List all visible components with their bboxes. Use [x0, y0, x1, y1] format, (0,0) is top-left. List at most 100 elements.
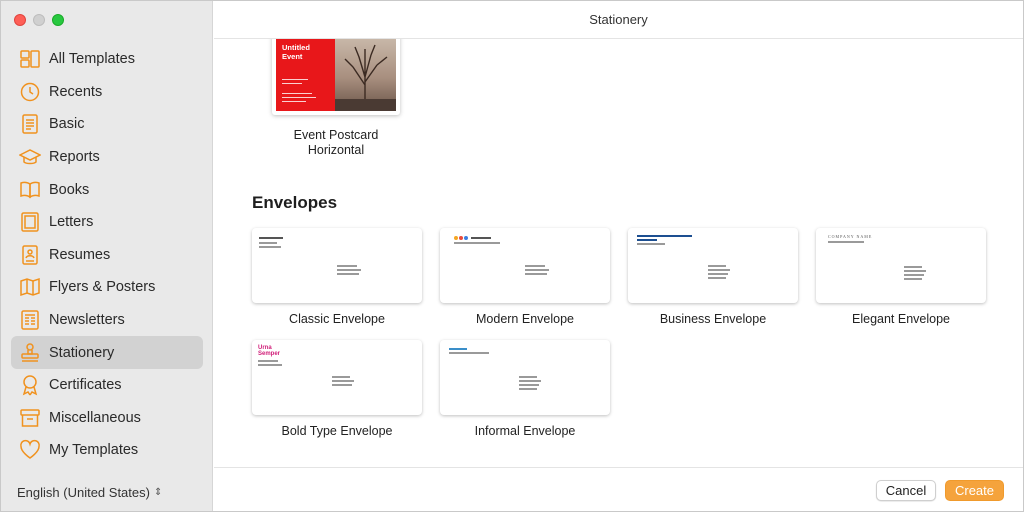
postcard-text-line [282, 83, 302, 85]
template-elegant-envelope[interactable]: COMPANY NAME Elegant Envelope [816, 228, 986, 326]
envelope-thumbnail [628, 228, 798, 303]
template-bold-type-envelope[interactable]: Urna Semper Bold Type Envelope [252, 340, 422, 438]
sidebar-item-label: All Templates [49, 51, 135, 68]
resume-icon [19, 244, 41, 266]
envelope-thumbnail: COMPANY NAME [816, 228, 986, 303]
sidebar-item-books[interactable]: Books [11, 173, 203, 206]
recipient-line [525, 269, 549, 271]
template-chooser-window: All Templates Recents Basic Reports Book… [0, 0, 1024, 512]
recipient-line [525, 273, 547, 275]
sender-line [259, 246, 281, 248]
titlebar: Stationery [214, 1, 1023, 39]
create-button[interactable]: Create [945, 480, 1004, 501]
envelope-thumbnail [252, 228, 422, 303]
sender-line [471, 237, 491, 239]
sidebar-item-my-templates[interactable]: My Templates [11, 434, 203, 467]
postcard-title-line1: Untitled [282, 43, 310, 52]
envelope-thumbnail: Urna Semper [252, 340, 422, 415]
envelope-thumbnail [440, 340, 610, 415]
sidebar-item-letters[interactable]: Letters [11, 206, 203, 239]
sidebar-item-newsletters[interactable]: Newsletters [11, 304, 203, 337]
heart-icon [19, 439, 41, 461]
sender-line [449, 348, 467, 350]
template-classic-envelope[interactable]: Classic Envelope [252, 228, 422, 326]
recipient-line [332, 380, 354, 382]
sidebar-item-certificates[interactable]: Certificates [11, 369, 203, 402]
sidebar-item-label: Newsletters [49, 312, 125, 329]
minimize-window-button[interactable] [33, 14, 45, 26]
section-title: Envelopes [252, 193, 338, 212]
postcard-text-line [282, 93, 312, 95]
recipient-line [337, 265, 357, 267]
box-icon [19, 407, 41, 429]
sidebar-item-label: My Templates [49, 442, 139, 459]
template-label-line2: Horizontal [307, 143, 365, 157]
window-controls [14, 14, 64, 26]
recipient-line [904, 274, 924, 276]
recipient-line [904, 270, 926, 272]
sidebar-item-label: Recents [49, 83, 103, 100]
sidebar-item-resumes[interactable]: Resumes [11, 239, 203, 272]
template-label: Bold Type Envelope [281, 424, 393, 438]
sidebar-item-basic[interactable]: Basic [11, 108, 203, 141]
sender-line [259, 242, 277, 244]
template-label: Elegant Envelope [852, 312, 950, 326]
window-title: Stationery [589, 12, 648, 27]
main-panel: Stationery Untitled Event Event Postcard… [214, 1, 1023, 511]
logo-dot [464, 236, 468, 240]
letter-icon [19, 211, 41, 233]
postcard-title-line2: Event [282, 52, 303, 61]
template-business-envelope[interactable]: Business Envelope [628, 228, 798, 326]
all-templates-icon [19, 48, 41, 70]
map-icon [19, 276, 41, 298]
maximize-window-button[interactable] [52, 14, 64, 26]
template-gallery[interactable]: Untitled Event Event Postcard Horizontal… [214, 39, 1023, 467]
recipient-line [519, 376, 537, 378]
recipient-line [904, 266, 922, 268]
category-list: All Templates Recents Basic Reports Book… [11, 43, 203, 467]
sender-line [258, 360, 278, 362]
sidebar-item-all-templates[interactable]: All Templates [11, 43, 203, 76]
recipient-line [337, 269, 361, 271]
graduation-cap-icon [19, 146, 41, 168]
stamp-icon [19, 342, 41, 364]
close-window-button[interactable] [14, 14, 26, 26]
ribbon-icon [19, 374, 41, 396]
postcard-title: Untitled Event [282, 43, 310, 61]
recipient-line [708, 277, 726, 279]
sender-line [449, 352, 489, 354]
sidebar-item-label: Certificates [49, 377, 122, 394]
sidebar-item-stationery[interactable]: Stationery [11, 336, 203, 369]
template-informal-envelope[interactable]: Informal Envelope [440, 340, 610, 438]
recipient-line [332, 376, 350, 378]
recipient-line [519, 388, 537, 390]
book-icon [19, 179, 41, 201]
template-label: Business Envelope [659, 312, 767, 326]
recipient-line [904, 278, 922, 280]
template-modern-envelope[interactable]: Modern Envelope [440, 228, 610, 326]
recipient-line [708, 265, 726, 267]
sidebar-item-reports[interactable]: Reports [11, 141, 203, 174]
recipient-line [708, 269, 730, 271]
template-event-postcard-horizontal[interactable]: Untitled Event [272, 39, 400, 115]
sidebar-item-label: Letters [49, 214, 94, 231]
sidebar-item-label: Stationery [49, 344, 115, 361]
sender-line [637, 239, 657, 241]
bold-sender-name: Urna Semper [258, 345, 280, 357]
sidebar-item-miscellaneous[interactable]: Miscellaneous [11, 402, 203, 435]
logo-dot [459, 236, 463, 240]
sender-line [259, 237, 283, 239]
postcard-text-line [282, 97, 316, 99]
document-icon [19, 113, 41, 135]
cancel-button[interactable]: Cancel [876, 480, 936, 501]
sidebar: All Templates Recents Basic Reports Book… [1, 1, 213, 511]
template-label: Informal Envelope [474, 424, 576, 438]
sidebar-item-flyers-posters[interactable]: Flyers & Posters [11, 271, 203, 304]
sender-line [454, 242, 500, 244]
recipient-line [519, 384, 539, 386]
clock-icon [19, 81, 41, 103]
language-popup[interactable]: English (United States) ⇕ [17, 485, 162, 500]
sender-line [637, 243, 665, 245]
language-label: English (United States) [17, 485, 150, 500]
sidebar-item-recents[interactable]: Recents [11, 76, 203, 109]
